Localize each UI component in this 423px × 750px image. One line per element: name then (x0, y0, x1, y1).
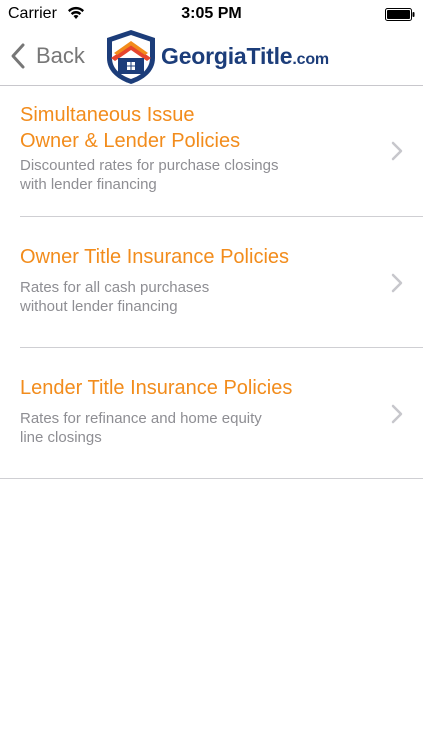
list-item-simultaneous-issue[interactable]: Simultaneous Issue Owner & Lender Polici… (0, 86, 423, 217)
logo-text-com: .com (292, 51, 329, 68)
clock: 3:05 PM (181, 5, 242, 22)
list-item-title: Simultaneous Issue (20, 104, 195, 126)
navigation-bar: Back GeorgiaTitle.com (0, 28, 423, 86)
chevron-right-icon (391, 273, 403, 293)
list-item-description-line: Rates for refinance and home equity (20, 410, 262, 427)
list-item-description-line: line closings (20, 429, 102, 446)
list-item-description: Discounted rates for purchase closings w… (20, 156, 363, 194)
policy-list: Simultaneous Issue Owner & Lender Polici… (0, 86, 423, 479)
list-item-description-line: Rates for all cash purchases (20, 279, 210, 296)
back-chevron-icon (11, 43, 25, 69)
back-label: Back (36, 43, 85, 68)
chevron-right-icon (391, 404, 403, 424)
list-item-description: Rates for refinance and home equity line… (20, 409, 363, 447)
back-button[interactable]: Back (8, 40, 85, 72)
list-item-owner-title-insurance[interactable]: Owner Title Insurance Policies Rates for… (0, 217, 423, 348)
list-item-description-line: with lender financing (20, 176, 157, 193)
list-item-description-line: Discounted rates for purchase closings (20, 157, 279, 174)
logo-text-georgia: Georgia (161, 43, 247, 69)
georgia-title-logo: GeorgiaTitle.com (103, 28, 329, 85)
logo-text-title: Title (246, 43, 293, 69)
list-item-title: Owner Title Insurance Policies (20, 246, 290, 268)
list-item-description: Rates for all cash purchases without len… (20, 278, 363, 316)
list-item-description-line: without lender financing (20, 298, 178, 315)
list-item-title: Lender Title Insurance Policies (20, 377, 293, 399)
logo-wordmark: GeorgiaTitle.com (161, 43, 329, 70)
chevron-right-icon (391, 141, 403, 161)
list-item-lender-title-insurance[interactable]: Lender Title Insurance Policies Rates fo… (0, 348, 423, 479)
battery-icon (385, 8, 415, 21)
divider (0, 478, 423, 479)
list-item-content: Simultaneous Issue Owner & Lender Polici… (20, 102, 363, 194)
list-item-content: Owner Title Insurance Policies Rates for… (20, 244, 363, 316)
shield-house-icon (107, 30, 155, 84)
list-item-content: Lender Title Insurance Policies Rates fo… (20, 375, 363, 447)
list-item-title: Owner & Lender Policies (20, 130, 241, 152)
status-bar: Carrier 3:05 PM (0, 0, 423, 28)
